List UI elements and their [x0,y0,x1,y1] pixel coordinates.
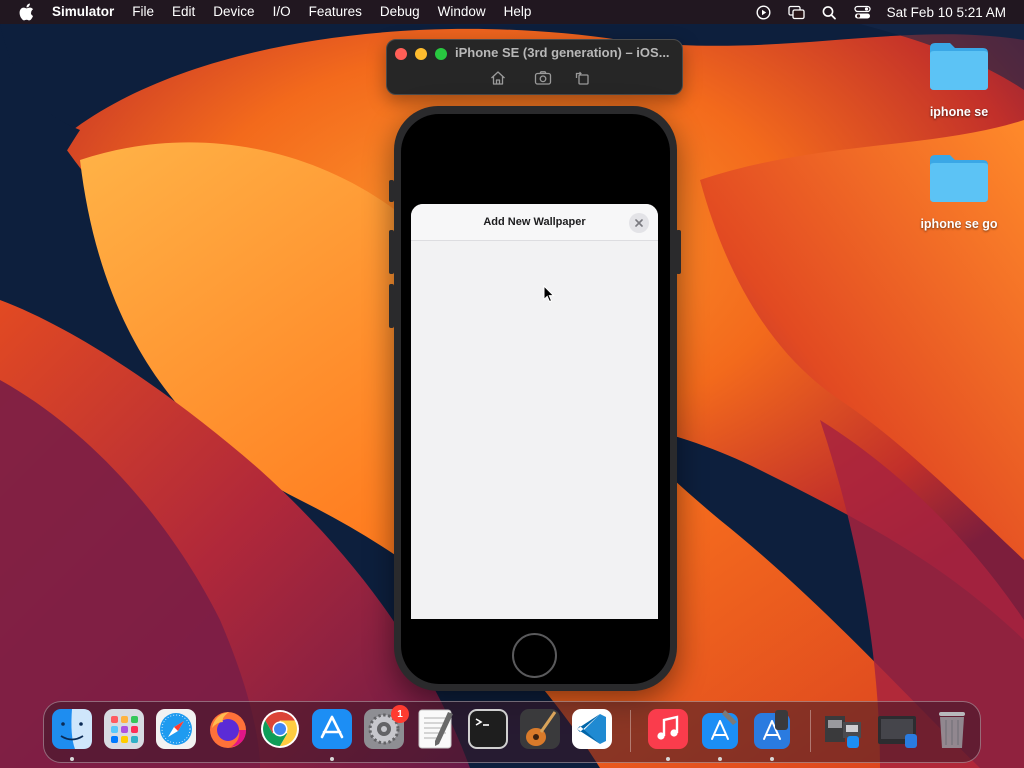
simulator-window-titlebar[interactable]: iPhone SE (3rd generation) – iOS... [386,39,683,95]
folder-icon [930,155,988,202]
dock-running-indicator [718,757,722,761]
menu-device[interactable]: Device [204,0,263,24]
dock-running-indicator [770,757,774,761]
apple-icon[interactable] [18,3,34,21]
textedit-icon [418,709,453,749]
screen-mirroring-icon[interactable] [788,5,805,20]
dock-music[interactable] [647,708,689,750]
mute-switch[interactable] [389,180,394,202]
menu-io[interactable]: I/O [264,0,300,24]
volume-up-button[interactable] [389,230,394,274]
garageband-icon [520,709,560,749]
close-icon [635,219,643,227]
stack-screens-icon [878,716,917,748]
sheet-title: Add New Wallpaper [483,216,586,228]
menu-window[interactable]: Window [429,0,495,24]
dock-textedit[interactable] [415,708,457,750]
dock-running-indicator [330,757,334,761]
dock-firefox[interactable] [207,708,249,750]
power-button[interactable] [676,230,681,274]
menu-file[interactable]: File [123,0,163,24]
menu-bar: Simulator File Edit Device I/O Features … [0,0,1024,24]
rotate-icon[interactable] [574,70,592,86]
desktop-folder-iphone-se-go[interactable]: iphone se go [904,152,1014,231]
dock-safari[interactable] [155,708,197,750]
vscode-icon [572,709,612,749]
menu-help[interactable]: Help [495,0,541,24]
control-center-icon[interactable] [854,5,871,20]
zoom-window-button[interactable] [435,48,447,60]
trash-icon [939,712,965,748]
close-window-button[interactable] [395,48,407,60]
dock-stack-screenshots[interactable] [877,708,919,750]
launchpad-icon [104,709,144,749]
dock-separator [810,710,811,752]
dock-separator [630,710,631,752]
screen-recording-icon[interactable] [755,4,772,20]
menubar-clock[interactable]: Sat Feb 10 5:21 AM [887,5,1006,20]
dock-running-indicator [70,757,74,761]
chrome-icon [261,710,299,748]
desktop-folder-label: iphone se go [920,217,998,231]
desktop-folder-label: iphone se [929,105,989,119]
simulator-window-title: iPhone SE (3rd generation) – iOS... [455,45,670,60]
menu-features[interactable]: Features [300,0,371,24]
spotlight-search-icon[interactable] [821,5,838,20]
stack-icon [825,716,861,748]
simulator-icon [754,710,790,749]
menu-edit[interactable]: Edit [163,0,204,24]
dock-running-indicator [666,757,670,761]
system-settings-badge: 1 [391,705,409,723]
dock-garageband[interactable] [519,708,561,750]
dock-vscode[interactable] [571,708,613,750]
app-store-icon [312,709,352,749]
screenshot-icon[interactable] [534,70,552,86]
dock-xcode[interactable] [699,708,741,750]
sheet-close-button[interactable] [629,213,649,233]
iphone-home-button[interactable] [512,633,557,678]
music-icon [648,709,688,749]
dock-simulator[interactable] [751,708,793,750]
minimize-window-button[interactable] [415,48,427,60]
firefox-icon [210,712,246,748]
dock-trash[interactable] [931,708,973,750]
home-icon[interactable] [489,70,507,86]
safari-icon [156,709,196,749]
dock-app-store[interactable] [311,708,353,750]
add-wallpaper-sheet: Add New Wallpaper [411,204,658,619]
dock-stack-downloads[interactable] [823,708,865,750]
terminal-icon [468,709,508,749]
xcode-icon [702,710,738,749]
sheet-header: Add New Wallpaper [411,204,658,241]
mouse-cursor-icon [543,285,555,303]
dock-launchpad[interactable] [103,708,145,750]
folder-icon [930,43,988,90]
dock-finder[interactable] [51,708,93,750]
menu-app-name[interactable]: Simulator [44,0,123,24]
dock-chrome[interactable] [259,708,301,750]
menu-debug[interactable]: Debug [371,0,429,24]
desktop-folder-iphone-se[interactable]: iphone se [904,40,1014,119]
dock-terminal[interactable] [467,708,509,750]
finder-icon [52,709,92,749]
volume-down-button[interactable] [389,284,394,328]
